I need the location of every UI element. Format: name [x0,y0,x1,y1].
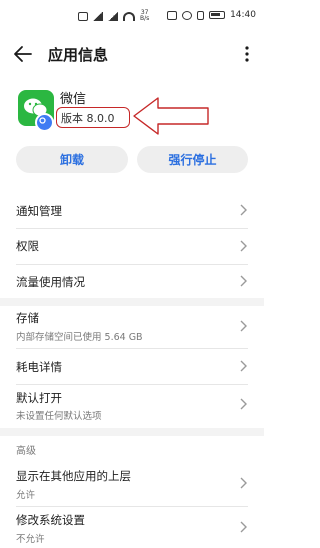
chevron-right-icon [240,477,247,489]
settings-item-notifications[interactable]: 通知管理 [0,192,264,228]
settings-item-subtitle: 不允许 [16,534,45,545]
alarm-icon [182,10,193,20]
settings-item-label: 修改系统设置 [16,513,85,527]
section-header-advanced: 高级 [16,446,36,457]
settings-item-label: 显示在其他应用的上层 [16,469,131,483]
wifi-icon [123,11,135,21]
settings-item-label: 权限 [16,239,39,253]
settings-item-storage[interactable]: 存储 内部存储空间已使用 5.64 GB [0,306,264,348]
network-speed-unit: B/s [140,15,150,22]
settings-item-open-by-default[interactable]: 默认打开 未设置任何默认选项 [0,384,264,426]
force-stop-button[interactable]: 强行停止 [137,146,248,173]
settings-item-battery[interactable]: 耗电详情 [0,348,264,384]
status-icons-left: 37 B/s [78,10,149,22]
chevron-right-icon [240,204,247,216]
settings-item-label: 流量使用情况 [16,275,85,289]
app-bar: 应用信息 [0,34,264,74]
annotation-arrow-icon [133,97,209,135]
settings-item-subtitle: 内部存储空间已使用 5.64 GB [16,332,143,343]
gear-badge-icon [35,113,54,132]
chevron-right-icon [240,240,247,252]
app-version: 版本 8.0.0 [61,112,115,125]
settings-item-label: 耗电详情 [16,360,62,374]
chevron-right-icon [240,360,247,372]
settings-item-label: 存储 [16,311,39,325]
more-vertical-icon[interactable] [242,43,252,65]
chevron-right-icon [240,398,247,410]
screen-mirror-icon [78,11,88,21]
settings-item-display-over-apps[interactable]: 显示在其他应用的上层 允许 [0,462,264,504]
section-gap [0,298,264,306]
back-arrow-icon[interactable] [12,43,34,65]
status-bar: 37 B/s 14:40 [0,0,264,34]
battery-icon [209,11,226,19]
settings-item-modify-system-settings[interactable]: 修改系统设置 不允许 [0,506,264,548]
network-speed: 37 B/s [140,10,149,22]
signal-icon-2 [108,11,118,21]
settings-item-subtitle: 允许 [16,490,36,501]
settings-item-label: 默认打开 [16,391,62,405]
uninstall-button[interactable]: 卸载 [16,146,128,173]
nfc-icon [167,10,178,20]
action-buttons: 卸载 强行停止 [0,146,264,174]
section-gap [0,428,264,436]
status-icons-right: 14:40 [167,10,256,20]
app-name: 微信 [60,92,87,107]
settings-item-subtitle: 未设置任何默认选项 [16,411,102,422]
page-title: 应用信息 [48,46,109,64]
chevron-right-icon [240,320,247,332]
settings-item-label: 通知管理 [16,204,62,218]
chevron-right-icon [240,275,247,287]
chevron-right-icon [240,521,247,533]
status-time: 14:40 [230,10,256,20]
settings-item-permissions[interactable]: 权限 [0,228,264,264]
signal-icon [93,11,103,21]
settings-item-data-usage[interactable]: 流量使用情况 [0,264,264,298]
vibrate-icon [197,10,205,20]
